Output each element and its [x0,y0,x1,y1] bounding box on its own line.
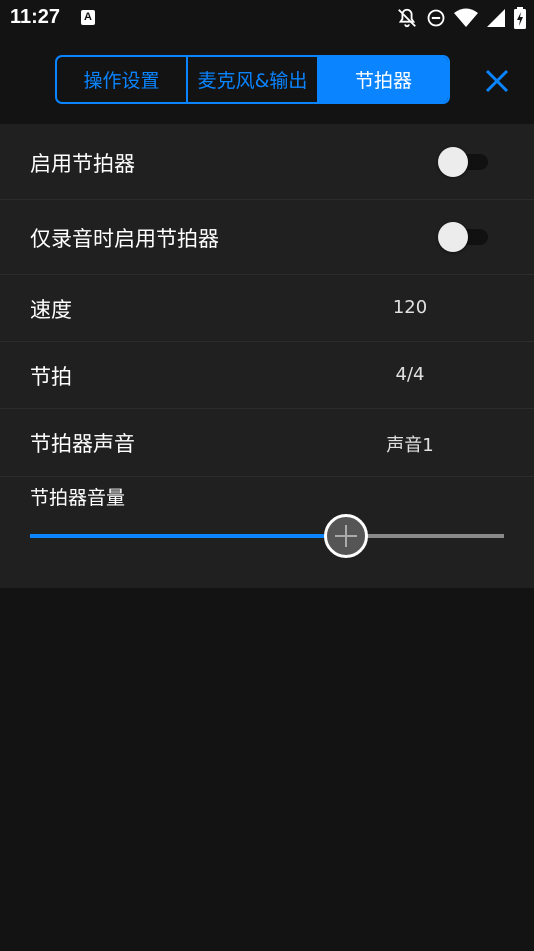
accessibility-icon: A [81,10,95,25]
close-button[interactable] [482,66,512,96]
do-not-disturb-icon [427,9,445,27]
wifi-icon [454,8,478,27]
sound-value: 声音1 [386,435,434,456]
speed-value: 120 [392,297,428,318]
accessibility-badge-text: A [84,11,92,23]
setting-row-sound[interactable]: 节拍器声音 声音1 [0,409,534,477]
battery-charging-icon [514,7,526,29]
setting-row-beat[interactable]: 节拍 4/4 [0,342,534,409]
speed-label: 速度 [30,298,72,322]
slider-fill [30,534,346,538]
sound-label: 节拍器声音 [30,432,135,456]
beat-label: 节拍 [30,365,72,389]
header: 操作设置 麦克风&输出 节拍器 [0,36,534,124]
signal-icon [487,9,505,27]
volume-slider[interactable] [30,514,504,558]
setting-row-record-only: 仅录音时启用节拍器 [0,200,534,275]
status-bar: 11:27 A [0,0,534,36]
settings-tabs: 操作设置 麦克风&输出 节拍器 [55,55,450,104]
tab-metronome[interactable]: 节拍器 [319,57,448,102]
setting-row-enable-metronome: 启用节拍器 [0,124,534,200]
toggle-thumb [438,147,468,177]
enable-metronome-toggle[interactable] [438,147,488,177]
status-icons [396,6,526,30]
metronome-settings-panel: 启用节拍器 仅录音时启用节拍器 速度 120 节拍 4/4 节拍器声音 声音1 … [0,124,534,588]
tab-microphone-output[interactable]: 麦克风&输出 [188,57,319,102]
volume-label: 节拍器音量 [30,487,126,509]
status-time: 11:27 [10,6,61,28]
close-icon [485,69,509,93]
setting-row-speed[interactable]: 速度 120 [0,275,534,342]
record-only-label: 仅录音时启用节拍器 [30,227,219,251]
enable-metronome-label: 启用节拍器 [30,152,135,176]
tab-operation-settings[interactable]: 操作设置 [57,57,188,102]
beat-value: 4/4 [395,364,425,385]
toggle-thumb [438,222,468,252]
record-only-toggle[interactable] [438,222,488,252]
notifications-off-icon [398,8,416,28]
slider-thumb[interactable] [324,514,368,558]
